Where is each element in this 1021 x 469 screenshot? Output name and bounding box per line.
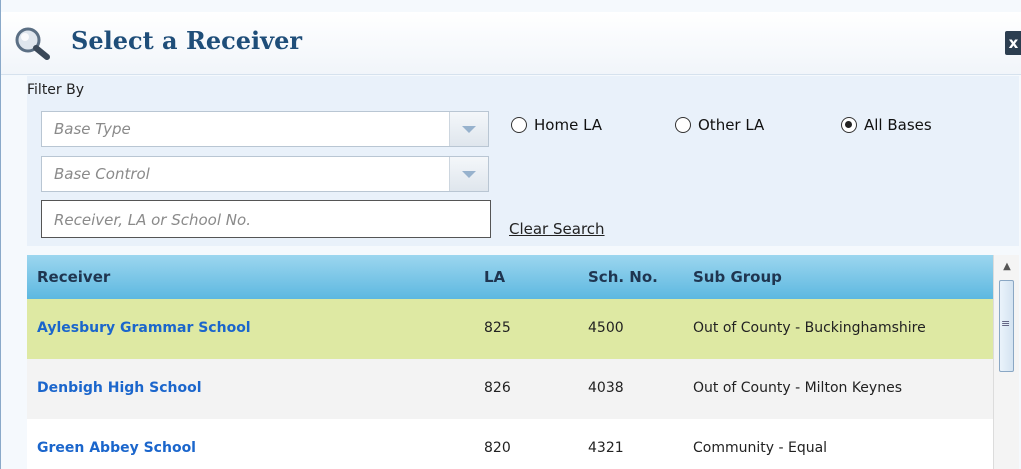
cell-receiver[interactable]: Aylesbury Grammar School [37, 320, 251, 336]
clear-search-link[interactable]: Clear Search [509, 220, 605, 238]
radio-all-bases-label: All Bases [864, 116, 932, 134]
filter-panel: Filter By Base Type Base Control Clear S… [27, 76, 1019, 246]
radio-all-bases[interactable]: All Bases [841, 116, 932, 134]
magnifier-icon [15, 27, 50, 60]
radio-checked-icon[interactable] [841, 117, 857, 133]
cell-la: 820 [484, 440, 511, 456]
grid-scrollbar[interactable]: ▲ [993, 255, 1019, 469]
cell-sch-no: 4038 [588, 380, 624, 396]
radio-home-la-label: Home LA [534, 116, 603, 134]
column-header-sub-group[interactable]: Sub Group [693, 268, 782, 286]
cell-receiver[interactable]: Denbigh High School [37, 380, 202, 396]
cell-sub-group: Out of County - Buckinghamshire [693, 320, 926, 336]
cell-sub-group: Out of County - Milton Keynes [693, 380, 902, 396]
radio-other-la-label: Other LA [698, 116, 765, 134]
chevron-down-icon[interactable] [449, 157, 488, 191]
table-row[interactable]: Green Abbey School 820 4321 Community - … [27, 419, 993, 469]
cell-sch-no: 4500 [588, 320, 624, 336]
cell-receiver[interactable]: Green Abbey School [37, 440, 196, 456]
dialog-title: Select a Receiver [71, 26, 303, 55]
base-control-placeholder: Base Control [54, 165, 150, 183]
scroll-thumb[interactable] [999, 280, 1014, 372]
base-type-dropdown[interactable]: Base Type [41, 111, 489, 147]
close-icon[interactable]: x [1005, 31, 1021, 55]
chevron-down-icon[interactable] [449, 112, 488, 146]
column-header-la[interactable]: LA [484, 268, 505, 286]
radio-home-la[interactable]: Home LA [511, 116, 602, 134]
cell-la: 825 [484, 320, 511, 336]
select-receiver-dialog: Select a Receiver x Filter By Base Type … [0, 0, 1021, 469]
cell-sub-group: Community - Equal [693, 440, 828, 456]
receiver-search-field[interactable] [41, 200, 491, 238]
receiver-search-input[interactable] [52, 204, 476, 236]
column-header-receiver[interactable]: Receiver [37, 268, 110, 286]
receiver-grid: Receiver LA Sch. No. Sub Group Aylesbury… [27, 255, 1019, 469]
cell-sch-no: 4321 [588, 440, 624, 456]
radio-circle-icon[interactable] [511, 117, 527, 133]
radio-circle-icon[interactable] [675, 117, 691, 133]
grid-header: Receiver LA Sch. No. Sub Group [27, 255, 993, 299]
filter-by-label: Filter By [27, 82, 85, 98]
radio-other-la[interactable]: Other LA [675, 116, 764, 134]
dialog-titlebar: Select a Receiver x [1, 12, 1021, 75]
base-control-dropdown[interactable]: Base Control [41, 156, 489, 192]
table-row[interactable]: Denbigh High School 826 4038 Out of Coun… [27, 359, 993, 419]
scroll-up-icon[interactable]: ▲ [998, 257, 1016, 277]
cell-la: 826 [484, 380, 511, 396]
table-row[interactable]: Aylesbury Grammar School 825 4500 Out of… [27, 299, 993, 359]
base-type-placeholder: Base Type [54, 120, 131, 138]
column-header-sch-no[interactable]: Sch. No. [588, 268, 658, 286]
